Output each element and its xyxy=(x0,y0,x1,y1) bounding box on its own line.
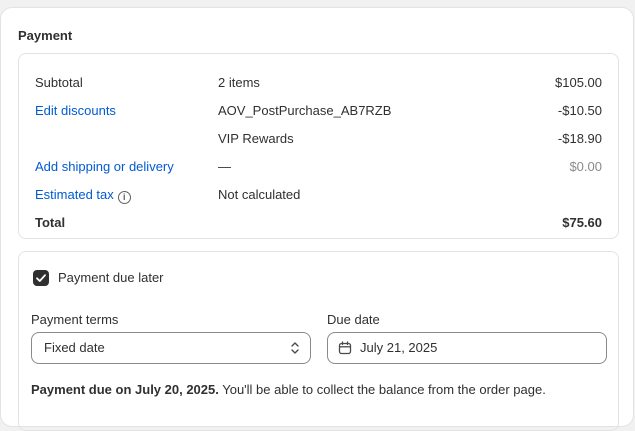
payment-title: Payment xyxy=(18,28,73,43)
payment-due-later-label[interactable]: Payment due later xyxy=(58,269,164,287)
info-icon[interactable]: i xyxy=(117,191,131,204)
payment-terms-value: Fixed date xyxy=(44,340,105,355)
vip-rewards-amount: -$18.90 xyxy=(557,131,602,146)
payment-due-note: Payment due on July 20, 2025. You'll be … xyxy=(31,381,546,399)
due-date-label: Due date xyxy=(327,312,380,327)
discount-code: AOV_PostPurchase_AB7RZB xyxy=(218,103,392,118)
shipping-detail: — xyxy=(218,159,231,174)
vip-rewards-detail: VIP Rewards xyxy=(218,131,294,146)
subtotal-row: Subtotal 2 items $105.00 xyxy=(19,73,618,93)
subtotal-detail: 2 items xyxy=(218,75,260,90)
calendar-icon xyxy=(338,341,352,355)
total-row: Total $75.60 xyxy=(19,213,618,233)
subtotal-label: Subtotal xyxy=(35,75,83,90)
payment-card: Payment Subtotal 2 items $105.00 Edit di… xyxy=(0,7,634,431)
select-chevron-icon xyxy=(291,342,299,354)
tax-detail: Not calculated xyxy=(218,187,301,202)
add-shipping-link[interactable]: Add shipping or delivery xyxy=(35,157,174,177)
edit-discounts-link[interactable]: Edit discounts xyxy=(35,101,116,121)
subtotal-amount: $105.00 xyxy=(555,75,602,90)
shipping-amount: $0.00 xyxy=(569,159,602,174)
shipping-row: Add shipping or delivery — $0.00 xyxy=(19,157,618,177)
checkmark-icon xyxy=(36,274,46,282)
due-date-value: July 21, 2025 xyxy=(360,340,438,355)
vip-rewards-row: VIP Rewards -$18.90 xyxy=(19,129,618,149)
payment-summary: Subtotal 2 items $105.00 Edit discounts … xyxy=(18,53,619,239)
tax-row: Estimated tax i Not calculated xyxy=(19,185,618,205)
total-label: Total xyxy=(35,215,66,230)
estimated-tax-link[interactable]: Estimated tax xyxy=(35,187,114,202)
payment-due-section: Payment due later Payment terms Due date… xyxy=(18,251,619,431)
payment-terms-label: Payment terms xyxy=(31,312,119,327)
payment-due-note-rest: You'll be able to collect the balance fr… xyxy=(218,382,546,397)
discounts-row: Edit discounts AOV_PostPurchase_AB7RZB -… xyxy=(19,101,618,121)
total-amount: $75.60 xyxy=(562,215,602,230)
payment-due-note-bold: Payment due on July 20, 2025. xyxy=(31,382,219,397)
discount-amount: -$10.50 xyxy=(557,103,602,118)
payment-due-later-checkbox[interactable] xyxy=(33,270,49,286)
due-date-field[interactable]: July 21, 2025 xyxy=(327,332,607,364)
payment-terms-select[interactable]: Fixed date xyxy=(31,332,311,364)
